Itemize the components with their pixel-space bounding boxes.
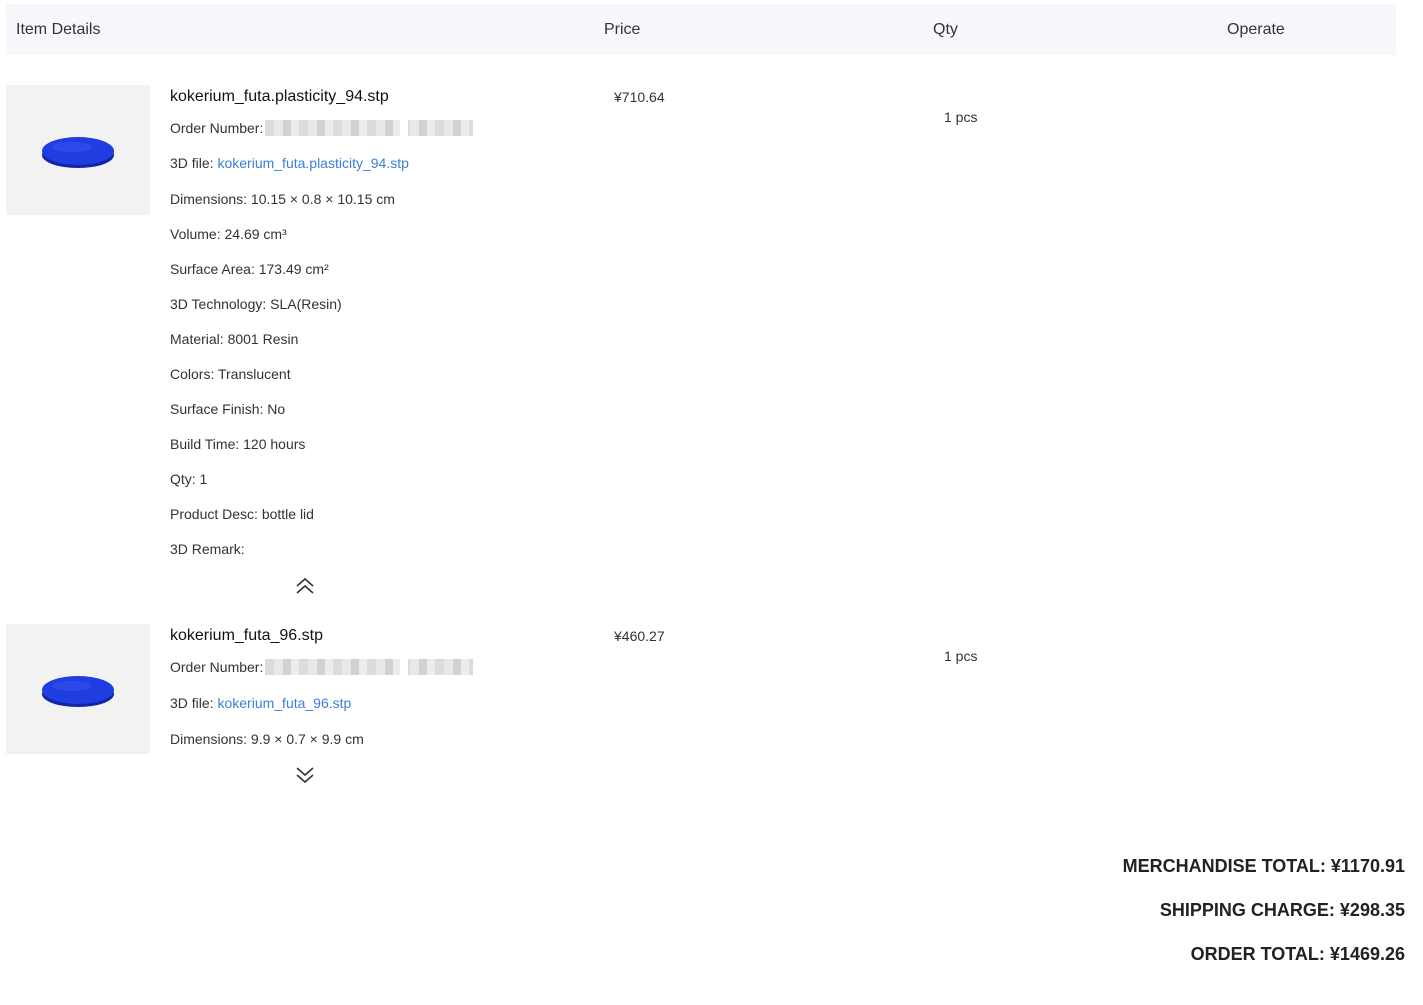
file-label: 3D file: (170, 695, 214, 711)
header-item-details: Item Details (16, 21, 101, 38)
redacted-order-number (265, 659, 474, 676)
order-number-row: Order Number: (170, 120, 474, 137)
build-time-line: Build Time: 120 hours (170, 436, 306, 452)
order-number-label: Order Number: (170, 659, 264, 675)
table-header: Item Details Price Qty Operate (6, 4, 1396, 55)
bottle-lid-model-image (42, 676, 114, 707)
item-price: ¥710.64 (614, 89, 665, 105)
product-desc-line: Product Desc: bottle lid (170, 506, 314, 522)
qty-line: Qty: 1 (170, 471, 208, 487)
order-total: ORDER TOTAL: ¥1469.26 (1190, 944, 1405, 964)
file-label: 3D file: (170, 155, 214, 171)
item-price: ¥460.27 (614, 628, 665, 644)
file-row: 3D file: kokerium_futa.plasticity_94.stp (170, 155, 409, 171)
item-qty: 1 pcs (944, 109, 978, 125)
file-row: 3D file: kokerium_futa_96.stp (170, 695, 351, 711)
dimensions-line: Dimensions: 9.9 × 0.7 × 9.9 cm (170, 731, 364, 747)
header-price: Price (604, 21, 641, 38)
collapse-details-button[interactable] (294, 577, 316, 595)
merchandise-total: MERCHANDISE TOTAL: ¥1170.91 (1122, 856, 1405, 876)
order-number-label: Order Number: (170, 120, 264, 136)
surface-area-line: Surface Area: 173.49 cm² (170, 261, 329, 277)
header-qty: Qty (933, 21, 958, 38)
remark-line: 3D Remark: (170, 541, 245, 557)
model-thumbnail[interactable] (6, 624, 150, 754)
shipping-charge: SHIPPING CHARGE: ¥298.35 (1159, 900, 1405, 920)
header-operate: Operate (1227, 21, 1285, 38)
material-line: Material: 8001 Resin (170, 331, 299, 347)
redacted-order-number (265, 120, 474, 137)
dimensions-line: Dimensions: 10.15 × 0.8 × 10.15 cm (170, 191, 395, 207)
surface-finish-line: Surface Finish: No (170, 401, 286, 417)
double-chevron-down-icon (296, 767, 314, 784)
technology-line: 3D Technology: SLA(Resin) (170, 296, 342, 312)
item-name: kokerium_futa.plasticity_94.stp (170, 88, 389, 105)
bottle-lid-model-image (42, 137, 114, 168)
volume-line: Volume: 24.69 cm³ (170, 226, 287, 242)
double-chevron-up-icon (296, 577, 314, 594)
file-link[interactable]: kokerium_futa_96.stp (217, 695, 351, 711)
item-qty: 1 pcs (944, 648, 978, 664)
colors-line: Colors: Translucent (170, 366, 291, 382)
order-number-row: Order Number: (170, 659, 474, 676)
model-thumbnail[interactable] (6, 85, 150, 215)
file-link[interactable]: kokerium_futa.plasticity_94.stp (217, 155, 408, 171)
expand-details-button[interactable] (294, 766, 316, 784)
item-name: kokerium_futa_96.stp (170, 627, 323, 644)
